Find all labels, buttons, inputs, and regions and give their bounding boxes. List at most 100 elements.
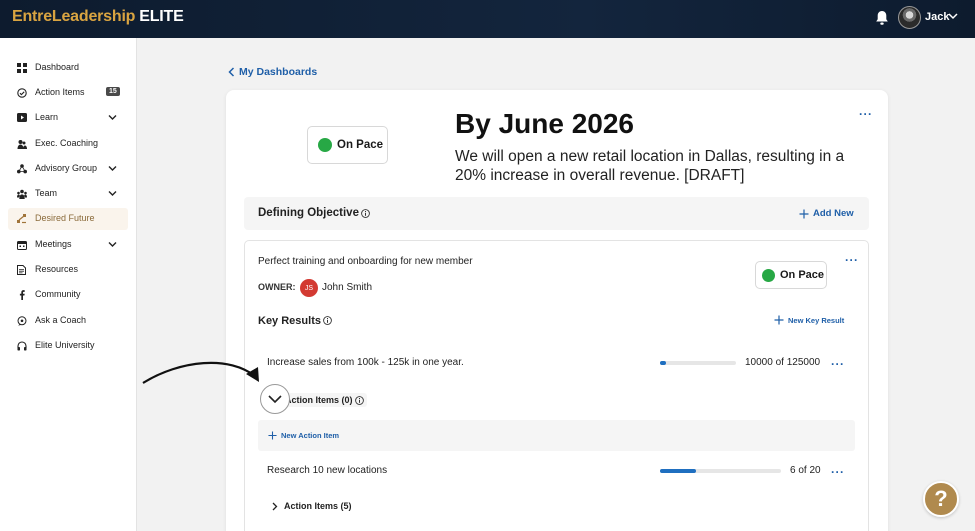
new-key-result-label: New Key Result (788, 315, 845, 325)
owner-avatar: JS (300, 279, 318, 297)
logo-text-main: EntreLeadership (12, 8, 136, 25)
more-options-icon[interactable]: ··· (831, 358, 845, 370)
page-title: By June 2026 (455, 108, 634, 139)
chevron-left-icon (228, 67, 235, 77)
play-icon (16, 112, 27, 123)
info-icon[interactable] (355, 396, 364, 405)
key-result-text: Increase sales from 100k - 125k in one y… (267, 357, 464, 368)
sidebar-item-label: Community (35, 289, 81, 299)
add-new-objective-button[interactable]: Add New (799, 208, 854, 219)
progress-fill (660, 469, 697, 473)
sidebar-item-desired-future[interactable]: Desired Future (8, 208, 128, 230)
sidebar-item-exec-coaching[interactable]: Exec. Coaching (8, 133, 128, 155)
logo-text-elite: ELITE (139, 8, 184, 25)
team-icon (16, 188, 27, 199)
check-circle-icon (16, 87, 27, 98)
plus-icon (268, 431, 277, 440)
sidebar-item-label: Dashboard (35, 62, 80, 72)
info-icon[interactable] (361, 209, 370, 218)
action-items-label: Action Items (0) (285, 395, 353, 405)
sidebar-item-label: Desired Future (35, 213, 95, 223)
owner-label: OWNER: (258, 282, 296, 292)
top-bar: EntreLeadership ELITE Jack (0, 0, 975, 38)
sidebar-item-team[interactable]: Team (8, 183, 128, 205)
sidebar-item-learn[interactable]: Learn (8, 107, 128, 129)
sidebar-item-label: Resources (35, 264, 79, 274)
status-dot-icon (762, 268, 775, 282)
coaching-icon (16, 138, 27, 149)
count-badge: 15 (106, 87, 120, 96)
key-results-title: Key Results (258, 315, 321, 327)
sidebar-item-label: Exec. Coaching (35, 138, 99, 148)
progress-fill (660, 361, 667, 365)
status-label: On Pace (337, 139, 384, 151)
progress-value: 10000 of 125000 (745, 357, 821, 368)
app-logo[interactable]: EntreLeadership ELITE (12, 8, 184, 26)
sidebar-item-label: Meetings (35, 239, 72, 249)
action-items-toggle[interactable]: Action Items (0) (283, 393, 367, 407)
user-avatar[interactable] (898, 6, 921, 29)
sidebar-item-label: Elite University (35, 340, 95, 350)
objective-status-badge: On Pace (755, 261, 827, 289)
back-link-label: My Dashboards (239, 66, 318, 78)
action-items-label: Action Items (5) (284, 501, 352, 511)
chat-icon (16, 315, 27, 326)
sidebar-item-ask-a-coach[interactable]: Ask a Coach (8, 310, 128, 332)
new-key-result-button[interactable]: New Key Result (774, 315, 844, 325)
annotation-arrow (142, 361, 259, 384)
sidebar-item-elite-university[interactable]: Elite University (8, 335, 128, 357)
group-icon (16, 163, 27, 174)
headphones-icon (16, 340, 27, 351)
defining-objective-bar: Defining Objective (244, 197, 869, 230)
sidebar-item-dashboard[interactable]: Dashboard (8, 57, 128, 79)
status-badge: On Pace (307, 126, 388, 164)
key-result-progress-bar (660, 361, 736, 365)
more-options-icon[interactable]: ··· (831, 466, 845, 478)
more-options-icon[interactable]: ··· (859, 108, 873, 120)
sidebar-item-label: Action Items (35, 87, 85, 97)
document-icon (16, 264, 27, 275)
defining-objective-label: Defining Objective (258, 207, 359, 219)
chevron-down-icon[interactable] (108, 165, 117, 172)
more-options-icon[interactable]: ··· (845, 254, 859, 266)
facebook-icon (16, 289, 27, 300)
sidebar-item-label: Ask a Coach (35, 315, 87, 325)
help-button[interactable]: ? (923, 481, 959, 517)
target-icon (16, 213, 27, 224)
action-items-toggle[interactable]: Action Items (5) (272, 501, 352, 511)
grid-icon (16, 62, 27, 73)
calendar-icon (16, 239, 27, 250)
sidebar-item-meetings[interactable]: Meetings (8, 234, 128, 256)
new-action-item-bar (258, 420, 855, 451)
sidebar: Dashboard Action Items 15 Learn Exec. Co… (0, 38, 137, 531)
chevron-down-icon (268, 395, 282, 404)
new-action-item-label: New Action Item (281, 431, 340, 440)
sidebar-item-advisory-group[interactable]: Advisory Group (8, 158, 128, 180)
plus-icon (774, 315, 784, 325)
chevron-down-icon[interactable] (108, 190, 117, 197)
new-action-item-button[interactable]: New Action Item (268, 431, 339, 440)
progress-value: 6 of 20 (790, 465, 821, 476)
sidebar-item-resources[interactable]: Resources (8, 259, 128, 281)
bell-icon[interactable] (875, 10, 889, 26)
chevron-down-icon[interactable] (948, 12, 958, 20)
info-icon[interactable] (323, 316, 332, 325)
objective-text: Perfect training and onboarding for new … (258, 256, 473, 267)
status-label: On Pace (780, 269, 825, 281)
sidebar-item-label: Team (35, 188, 58, 198)
user-name[interactable]: Jack (925, 11, 949, 23)
owner-name: John Smith (322, 282, 373, 293)
key-result-text: Research 10 new locations (267, 465, 388, 476)
chevron-down-icon[interactable] (108, 241, 117, 248)
chevron-right-icon (272, 502, 278, 510)
chevron-down-icon[interactable] (108, 114, 117, 121)
page-subtitle: We will open a new retail location in Da… (455, 148, 845, 184)
add-new-label: Add New (813, 208, 854, 219)
sidebar-item-community[interactable]: Community (8, 284, 128, 306)
back-link[interactable]: My Dashboards (228, 66, 317, 78)
status-dot-icon (318, 138, 332, 152)
sidebar-item-action-items[interactable]: Action Items 15 (8, 82, 128, 104)
key-result-progress-bar (660, 469, 781, 473)
sidebar-item-label: Advisory Group (35, 163, 98, 173)
sidebar-item-label: Learn (35, 112, 59, 122)
